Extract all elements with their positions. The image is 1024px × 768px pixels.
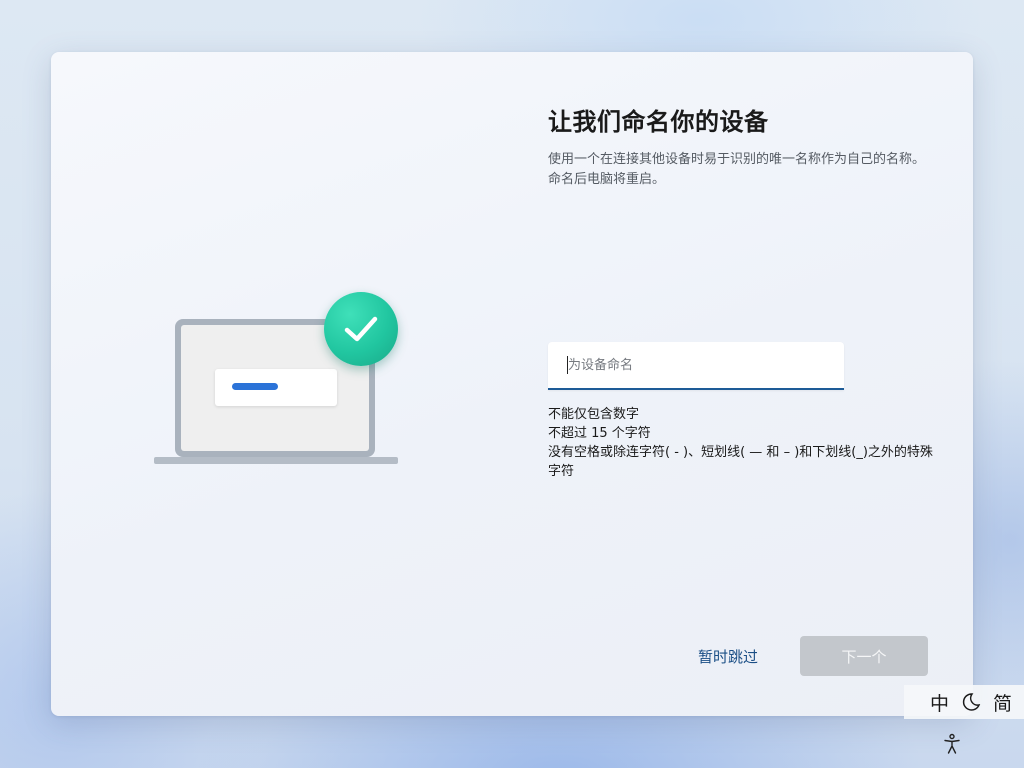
page-description: 使用一个在连接其他设备时易于识别的唯一名称作为自己的名称。命名后电脑将重启。: [548, 152, 926, 187]
naming-rules-list: 不能仅包含数字 不超过 15 个字符 没有空格或除连字符( - )、短划线( —…: [548, 405, 938, 481]
skip-for-now-button[interactable]: 暂时跳过: [685, 638, 771, 674]
device-name-input[interactable]: [548, 342, 844, 388]
ime-tray[interactable]: 中 简: [904, 685, 1024, 719]
ime-mode-toggle[interactable]: 中: [930, 689, 949, 716]
laptop-dialog-graphic: [215, 369, 337, 406]
text-caret: [567, 356, 568, 374]
next-button[interactable]: 下一个: [800, 636, 928, 676]
naming-rule: 不超过 15 个字符: [548, 426, 651, 441]
laptop-dialog-bar: [232, 383, 278, 390]
laptop-base: [154, 457, 398, 464]
page-title: 让我们命名你的设备: [548, 108, 769, 136]
accessibility-icon[interactable]: [942, 733, 962, 755]
device-name-field[interactable]: [548, 342, 844, 390]
laptop-illustration: [154, 292, 404, 472]
ime-script-toggle[interactable]: 简: [993, 689, 1012, 716]
checkmark-icon: [324, 292, 398, 366]
oobe-card: 让我们命名你的设备 使用一个在连接其他设备时易于识别的唯一名称作为自己的名称。命…: [51, 52, 973, 716]
naming-rule: 不能仅包含数字: [548, 407, 640, 422]
moon-icon[interactable]: [961, 692, 981, 712]
naming-rule: 没有空格或除连字符( - )、短划线( — 和 – )和下划线(_)之外的特殊字…: [548, 445, 933, 479]
